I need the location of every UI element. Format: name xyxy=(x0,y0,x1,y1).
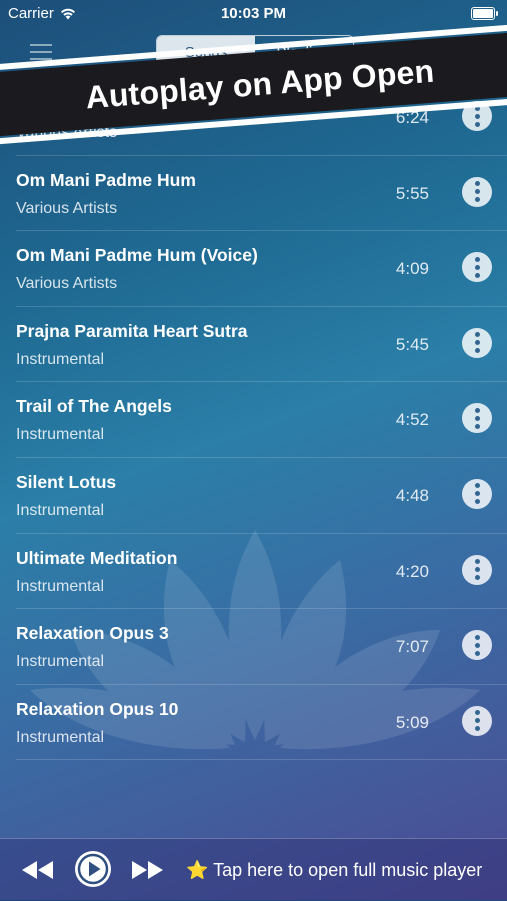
song-list: Eleven Faced Avalokitesvara DharaniVario… xyxy=(0,80,507,761)
previous-icon[interactable] xyxy=(20,859,56,881)
song-duration: 5:55 xyxy=(395,183,429,203)
open-player-link[interactable]: ⭐ Tap here to open full music player xyxy=(186,860,482,881)
song-title: Prajna Paramita Heart Sutra xyxy=(16,320,248,341)
song-duration: 4:52 xyxy=(395,410,429,430)
song-title: Relaxation Opus 10 xyxy=(16,698,179,719)
mini-player[interactable]: ⭐ Tap here to open full music player xyxy=(0,838,507,901)
song-duration: 5:45 xyxy=(395,334,429,354)
song-row[interactable]: Trail of The Angels Instrumental 4:52 xyxy=(16,382,507,458)
song-artist: Instrumental xyxy=(16,350,105,368)
song-title: Om Mani Padme Hum xyxy=(16,169,196,190)
song-duration: 4:20 xyxy=(395,561,429,581)
play-button[interactable] xyxy=(75,851,111,887)
song-artist: Instrumental xyxy=(16,501,105,519)
song-title: Om Mani Padme Hum (Voice) xyxy=(16,245,258,266)
song-title: Ultimate Meditation xyxy=(16,547,178,568)
star-icon: ⭐ xyxy=(186,860,209,880)
play-icon xyxy=(77,853,109,885)
song-duration: 4:09 xyxy=(395,259,429,279)
more-options-icon[interactable] xyxy=(462,630,492,661)
song-artist: Instrumental xyxy=(16,577,105,595)
next-icon[interactable] xyxy=(129,859,165,881)
song-artist: Instrumental xyxy=(16,728,105,746)
open-player-label: Tap here to open full music player xyxy=(213,860,483,880)
song-artist: Various Artists xyxy=(16,199,118,217)
song-duration: 5:09 xyxy=(395,712,429,732)
song-row[interactable]: Relaxation Opus 3 Instrumental 7:07 xyxy=(16,609,507,685)
song-row[interactable]: Silent Lotus Instrumental 4:48 xyxy=(16,458,507,534)
more-options-icon[interactable] xyxy=(462,705,492,736)
more-options-icon[interactable] xyxy=(462,327,492,358)
more-options-icon[interactable] xyxy=(462,252,492,283)
song-title: Trail of The Angels xyxy=(16,396,172,417)
song-artist: Instrumental xyxy=(16,653,105,671)
more-options-icon[interactable] xyxy=(462,554,492,585)
song-title: Relaxation Opus 3 xyxy=(16,623,169,644)
song-artist: Instrumental xyxy=(16,426,105,444)
song-title: Silent Lotus xyxy=(16,471,117,492)
song-duration: 7:07 xyxy=(395,637,429,657)
song-row[interactable]: Om Mani Padme Hum Various Artists 5:55 xyxy=(16,156,507,232)
status-bar: Carrier 10:03 PM xyxy=(0,0,507,26)
song-row[interactable]: Om Mani Padme Hum (Voice) Various Artists… xyxy=(16,231,507,307)
song-row[interactable]: Relaxation Opus 10 Instrumental 5:09 xyxy=(16,685,507,761)
battery-icon xyxy=(471,7,498,20)
more-options-icon[interactable] xyxy=(462,403,492,434)
song-artist: Various Artists xyxy=(16,275,118,293)
more-options-icon[interactable] xyxy=(462,478,492,509)
more-options-icon[interactable] xyxy=(462,176,492,207)
status-time: 10:03 PM xyxy=(220,5,287,22)
banner-text: Autoplay on App Open xyxy=(84,52,436,115)
song-duration: 4:48 xyxy=(395,485,429,505)
song-row[interactable]: Prajna Paramita Heart Sutra Instrumental 5… xyxy=(16,307,507,383)
song-row[interactable]: Ultimate Meditation Instrumental 4:20 xyxy=(16,534,507,610)
